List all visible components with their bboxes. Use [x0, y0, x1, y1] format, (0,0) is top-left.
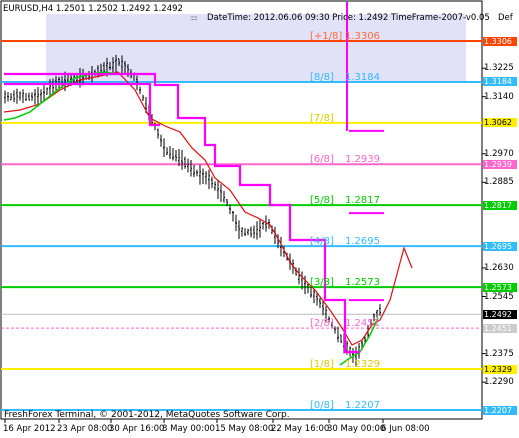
level-value-l1_8: 1.2329 — [345, 359, 380, 371]
price-tick: 1.3225 — [484, 63, 514, 74]
price-chart[interactable] — [0, 0, 519, 438]
level-axis-box-l1_8: 1.2329 — [483, 364, 517, 374]
level-value-l6_8: 1.2939 — [345, 154, 380, 166]
symbol-header: EURUSD,H4 1.2501 1.2502 1.2492 1.2492 — [3, 4, 183, 14]
level-axis-box-l5_8: 1.2817 — [483, 200, 517, 210]
level-value-l4_8: 1.2695 — [345, 236, 380, 248]
red-trend-line — [3, 71, 413, 346]
price-tick: 1.2970 — [484, 148, 514, 159]
level-value-l0_8: 1.2207 — [345, 400, 380, 411]
level-value-l3_8: 1.2573 — [345, 277, 380, 289]
level-name-l5_8: [5/8] — [310, 195, 334, 207]
price-tick: 1.2290 — [484, 377, 514, 388]
chart-window[interactable]: EURUSD,H4 1.2501 1.2502 1.2492 1.2492 ::… — [0, 0, 519, 438]
level-axis-box-l0_8: 1.2207 — [483, 405, 517, 415]
level-axis-box-l8_8: 1.3184 — [483, 77, 517, 87]
level-name-l1_8: [1/8] — [310, 359, 334, 371]
time-tick: 30 Apr 16:00 — [109, 424, 165, 434]
dotted-grip-icon: ::::: — [190, 14, 198, 22]
price-tick: 1.2885 — [484, 177, 514, 188]
price-tick: 1.2375 — [484, 348, 514, 359]
indicator-info: DateTime: 2012.06.06 09:30 Price: 1.2492… — [207, 13, 490, 23]
level-value-l8_8_plus: 1.3306 — [345, 31, 380, 42]
level-axis-box-l2_8: 1.2451 — [483, 323, 517, 333]
time-tick: 6 Jun 08:00 — [381, 424, 430, 434]
level-name-l6_8: [6/8] — [310, 154, 334, 166]
shaded-region — [46, 14, 466, 82]
time-tick: 30 May 00:00 — [327, 424, 386, 434]
level-value-l2_8: 1.2451 — [345, 318, 380, 330]
level-name-l7_8: [7/8] — [310, 112, 334, 124]
time-tick: 15 May 08:00 — [215, 424, 274, 434]
level-axis-box-l8_8_plus: 1.3306 — [483, 36, 517, 46]
copyright-text: FreshForex Terminal, © 2001-2012, MetaQu… — [4, 410, 290, 420]
level-value-l8_8: 1.3184 — [345, 71, 380, 83]
price-tick: 1.2630 — [484, 262, 514, 273]
level-axis-box-l3_8: 1.2573 — [483, 282, 517, 292]
indicator-info-right: Def — [498, 13, 513, 23]
time-tick: 23 Apr 08:00 — [57, 424, 113, 434]
time-tick: 22 May 16:00 — [271, 424, 330, 434]
level-value-l5_8: 1.2817 — [345, 195, 380, 207]
level-axis-box-l4_8: 1.2695 — [483, 241, 517, 251]
level-name-l8_8_plus: [+1/8] — [310, 31, 343, 42]
time-tick: 16 Apr 2012 — [3, 424, 56, 434]
level-name-l2_8: [2/8] — [310, 318, 334, 330]
magenta-step-line — [4, 72, 360, 354]
level-name-l8_8: [8/8] — [310, 71, 334, 83]
price-tick: 1.2545 — [484, 291, 514, 302]
price-tick: 1.3140 — [484, 91, 514, 102]
level-name-l0_8: [0/8] — [310, 400, 334, 411]
current-price-box: 1.2492 — [483, 309, 517, 319]
level-axis-box-l7_8: 1.3062 — [483, 118, 517, 128]
time-tick: 8 May 00:00 — [162, 424, 215, 434]
level-name-l4_8: [4/8] — [310, 236, 334, 248]
level-axis-box-l6_8: 1.2939 — [483, 159, 517, 169]
level-name-l3_8: [3/8] — [310, 277, 334, 289]
